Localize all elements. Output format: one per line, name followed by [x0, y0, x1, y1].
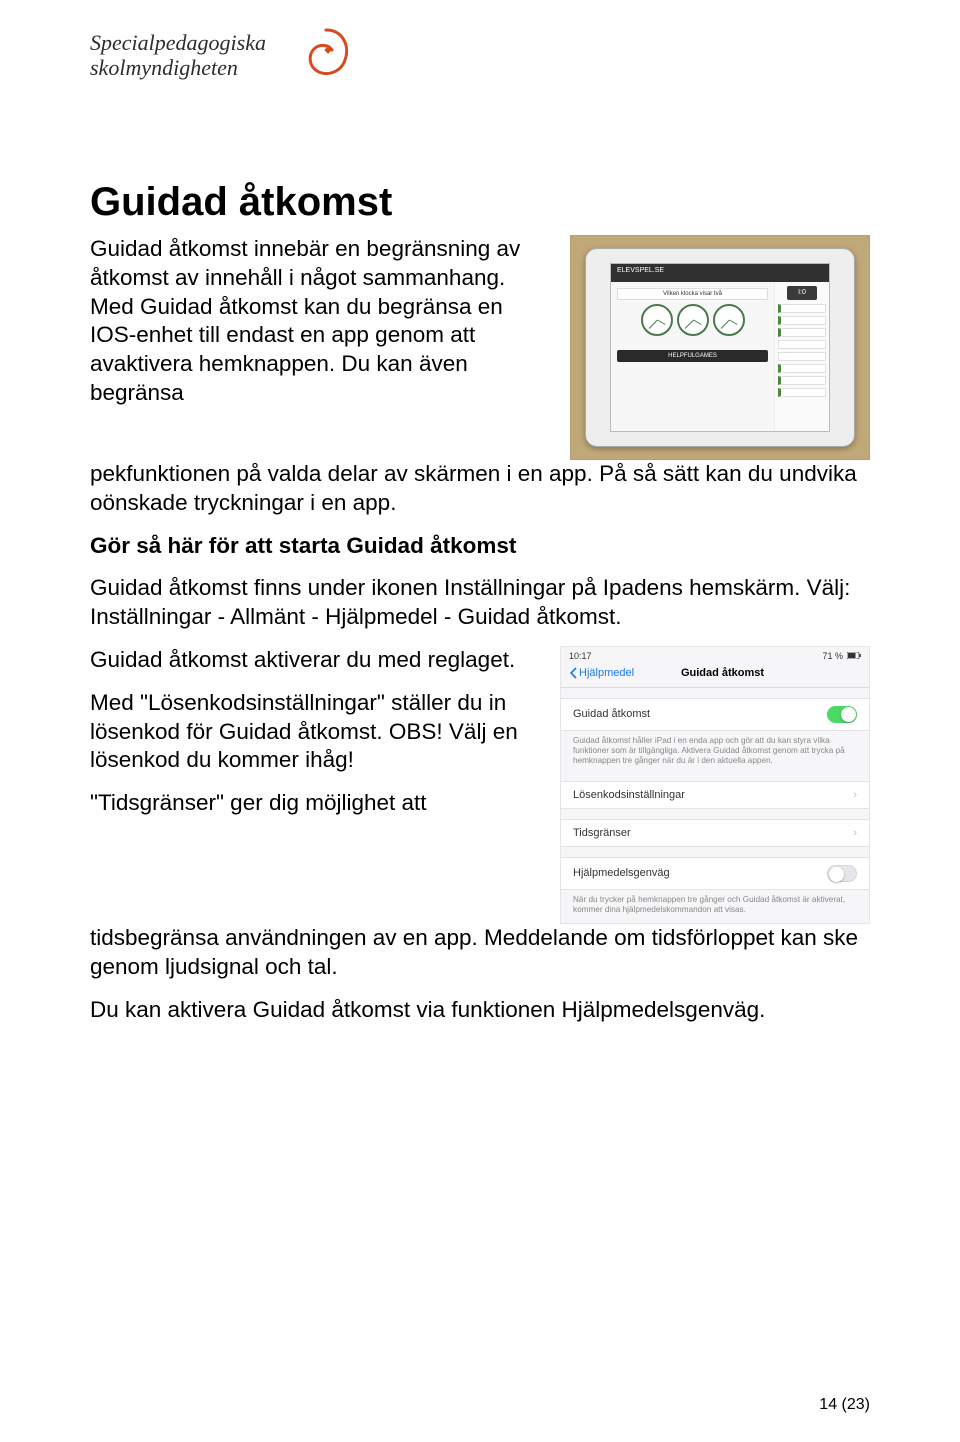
chevron-right-icon: ›	[853, 827, 857, 839]
settings-row-shortcut[interactable]: Hjälpmedelsgenväg	[561, 858, 869, 889]
ipad-side-item	[778, 376, 826, 385]
ipad-helpful-label: HELPFULGAMES	[617, 350, 768, 362]
ipad-side-item	[778, 328, 826, 337]
ipad-side-item	[778, 340, 826, 349]
settings-nav-title: Guidad åtkomst	[584, 667, 861, 679]
toggle-shortcut[interactable]	[827, 865, 857, 882]
row-label: Guidad åtkomst	[573, 708, 650, 720]
toggle-guided-access[interactable]	[827, 706, 857, 723]
ipad-photo: ELEVSPEL.SE Vilken klocka visar två HELP…	[570, 235, 870, 460]
row-label: Hjälpmedelsgenväg	[573, 867, 670, 879]
clock-icon	[641, 304, 673, 336]
page-title: Guidad åtkomst	[90, 180, 870, 225]
clock-icon	[677, 304, 709, 336]
ipad-banner: Vilken klocka visar två	[617, 288, 768, 300]
paragraph-3: Guidad åtkomst finns under ikonen Instäl…	[90, 574, 870, 632]
settings-caption-1: Guidad åtkomst håller iPad i en enda app…	[561, 731, 869, 767]
ipad-side-item	[778, 304, 826, 313]
settings-row-guided-access[interactable]: Guidad åtkomst	[561, 699, 869, 730]
subheading: Gör så här för att starta Guidad åtkomst	[90, 532, 870, 561]
ipad-side-item	[778, 352, 826, 361]
battery-icon	[847, 652, 861, 659]
logo-line2: skolmyndigheten	[90, 55, 870, 80]
chevron-right-icon: ›	[853, 789, 857, 801]
settings-row-passcode[interactable]: Lösenkodsinställningar ›	[561, 782, 869, 808]
status-battery: 71 %	[822, 651, 843, 661]
ios-settings-screenshot: 10:17 71 % Hjälpmedel Guidad åtkomst Gui…	[560, 646, 870, 924]
ipad-site-label: ELEVSPEL.SE	[617, 267, 664, 279]
settings-row-timelimits[interactable]: Tidsgränser ›	[561, 820, 869, 846]
intro-paragraph-1: Guidad åtkomst innebär en begränsning av…	[90, 235, 550, 408]
ipad-side-item	[778, 316, 826, 325]
row-label: Lösenkodsinställningar	[573, 789, 685, 801]
intro-paragraph-2: pekfunktionen på valda delar av skärmen …	[90, 460, 870, 518]
settings-caption-2: När du trycker på hemknappen tre gånger …	[561, 890, 869, 924]
clock-icon	[713, 304, 745, 336]
ipad-side-item	[778, 364, 826, 373]
page-number: 14 (23)	[819, 1396, 870, 1414]
paragraph-5: Med "Lösenkodsinställningar" ställer du …	[90, 689, 540, 775]
paragraph-6b: tidsbegränsa användningen av en app. Med…	[90, 924, 870, 982]
chevron-left-icon	[569, 667, 577, 679]
logo-line1: Specialpedagogiska	[90, 30, 870, 55]
status-time: 10:17	[569, 651, 592, 661]
paragraph-7: Du kan aktivera Guidad åtkomst via funkt…	[90, 996, 870, 1025]
ipad-score-badge: I:0	[787, 286, 817, 300]
row-label: Tidsgränser	[573, 827, 631, 839]
paragraph-4: Guidad åtkomst aktiverar du med reglaget…	[90, 646, 540, 675]
ipad-side-item	[778, 388, 826, 397]
swirl-icon	[295, 22, 357, 84]
paragraph-6a: "Tidsgränser" ger dig möjlighet att	[90, 789, 540, 818]
brand-logo: Specialpedagogiska skolmyndigheten	[90, 30, 870, 130]
